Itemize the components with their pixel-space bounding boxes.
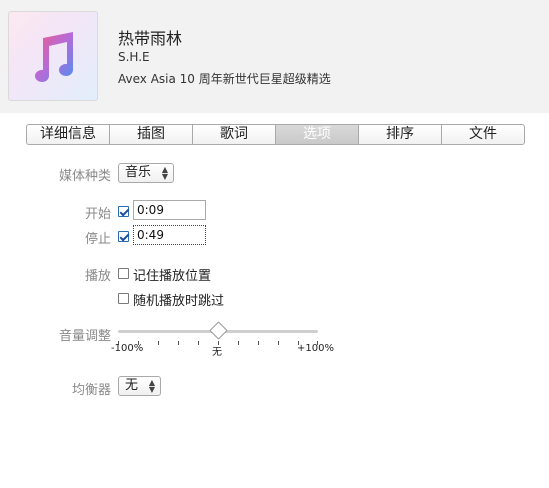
stop-time-field[interactable]: 0:49 [133, 225, 206, 245]
equalizer-value: 无 [125, 378, 139, 393]
remember-position-checkbox[interactable] [118, 268, 129, 279]
equalizer-select[interactable]: 无 ▲ ▼ [118, 376, 161, 396]
up-down-arrows-icon: ▲ ▼ [161, 165, 168, 181]
tab-sorting[interactable]: 排序 [359, 125, 442, 144]
volume-tick [158, 341, 159, 345]
volume-max-label: +100% [297, 343, 334, 354]
volume-tick [258, 341, 259, 345]
artist-name: S.H.E [118, 50, 150, 64]
tab-file[interactable]: 文件 [442, 125, 524, 144]
tab-artwork[interactable]: 插图 [110, 125, 193, 144]
media-kind-value: 音乐 [125, 165, 152, 180]
song-title: 热带雨林 [118, 29, 183, 48]
media-kind-label: 媒体种类 [58, 169, 111, 184]
up-down-arrows-icon: ▲ ▼ [148, 378, 155, 394]
volume-label: 音量调整 [58, 329, 111, 344]
tab-options[interactable]: 选项 [276, 125, 359, 144]
volume-slider-thumb[interactable] [209, 321, 228, 340]
album-name: Avex Asia 10 周年新世代巨星超级精选 [118, 72, 331, 86]
album-artwork[interactable] [8, 11, 98, 101]
track-header: 热带雨林 S.H.E Avex Asia 10 周年新世代巨星超级精选 [0, 0, 549, 113]
volume-tick [238, 341, 239, 345]
stop-label: 停止 [84, 232, 111, 247]
info-tabs: 详细信息 插图 歌词 选项 排序 文件 [26, 124, 525, 145]
start-time-field[interactable]: 0:09 [133, 200, 206, 220]
tab-details[interactable]: 详细信息 [27, 125, 110, 144]
volume-tick [278, 341, 279, 345]
start-label: 开始 [84, 207, 111, 222]
volume-tick [198, 341, 199, 345]
skip-shuffle-label[interactable]: 随机播放时跳过 [133, 290, 224, 309]
volume-min-label: -100% [111, 343, 144, 354]
volume-tick [178, 341, 179, 345]
skip-shuffle-checkbox[interactable] [118, 293, 129, 304]
volume-mid-label: 无 [212, 347, 222, 358]
start-checkbox[interactable] [118, 206, 129, 217]
playback-label: 播放 [84, 269, 111, 284]
music-note-icon [35, 32, 73, 82]
equalizer-label: 均衡器 [71, 383, 111, 398]
tab-lyrics[interactable]: 歌词 [193, 125, 276, 144]
stop-checkbox[interactable] [118, 231, 129, 242]
remember-position-label[interactable]: 记住播放位置 [133, 265, 211, 284]
media-kind-select[interactable]: 音乐 ▲ ▼ [118, 163, 174, 183]
